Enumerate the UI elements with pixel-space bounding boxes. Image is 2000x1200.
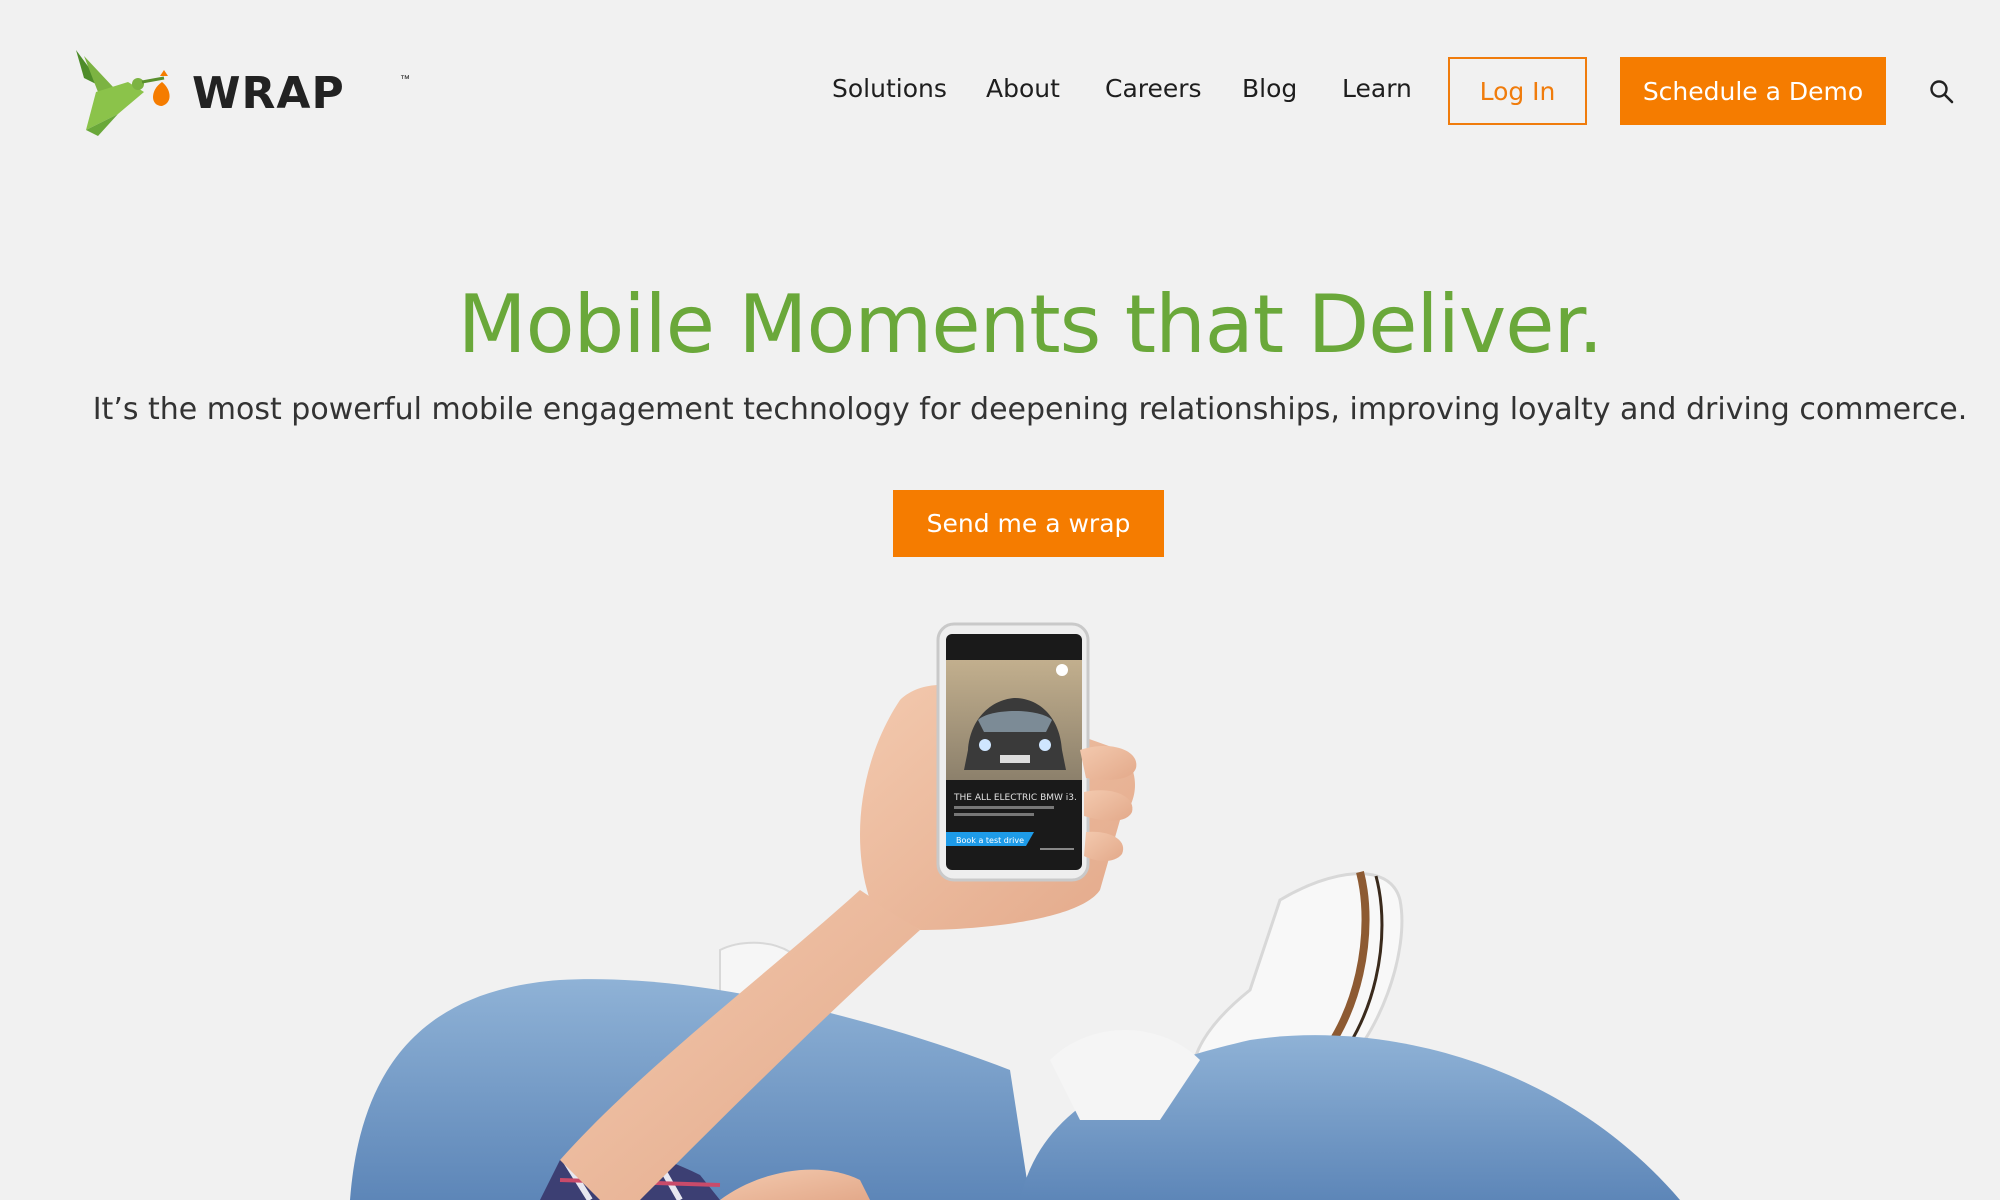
hero-illustration: THE ALL ELECTRIC BMW i3. Book a test dri… bbox=[350, 622, 1680, 1200]
wrap-logo[interactable]: WRAP ™ bbox=[74, 48, 410, 138]
hero-subtitle: It’s the most powerful mobile engagement… bbox=[92, 392, 1968, 427]
search-button[interactable] bbox=[1928, 78, 1956, 106]
logo-trademark: ™ bbox=[400, 74, 410, 85]
site-header: WRAP ™ Solutions About Careers Blog Lear… bbox=[0, 0, 2000, 184]
login-button[interactable]: Log In bbox=[1448, 57, 1587, 125]
phone-ad-button: Book a test drive bbox=[956, 836, 1024, 845]
phone-ad-headline: THE ALL ELECTRIC BMW i3. bbox=[953, 793, 1077, 803]
smartphone: THE ALL ELECTRIC BMW i3. Book a test dri… bbox=[936, 622, 1090, 882]
schedule-demo-button[interactable]: Schedule a Demo bbox=[1620, 57, 1886, 125]
nav-item-careers[interactable]: Careers bbox=[1105, 74, 1202, 103]
search-icon bbox=[1930, 80, 1954, 104]
hummingbird-logo-icon bbox=[76, 50, 170, 136]
nav-item-about[interactable]: About bbox=[986, 74, 1060, 103]
nav-item-blog[interactable]: Blog bbox=[1242, 74, 1297, 103]
nav-item-solutions[interactable]: Solutions bbox=[832, 74, 947, 103]
nav-item-learn[interactable]: Learn bbox=[1342, 74, 1412, 103]
hero-title: Mobile Moments that Deliver. bbox=[457, 278, 1604, 371]
send-wrap-button[interactable]: Send me a wrap bbox=[893, 490, 1164, 557]
logo-wordmark: WRAP bbox=[192, 68, 345, 119]
